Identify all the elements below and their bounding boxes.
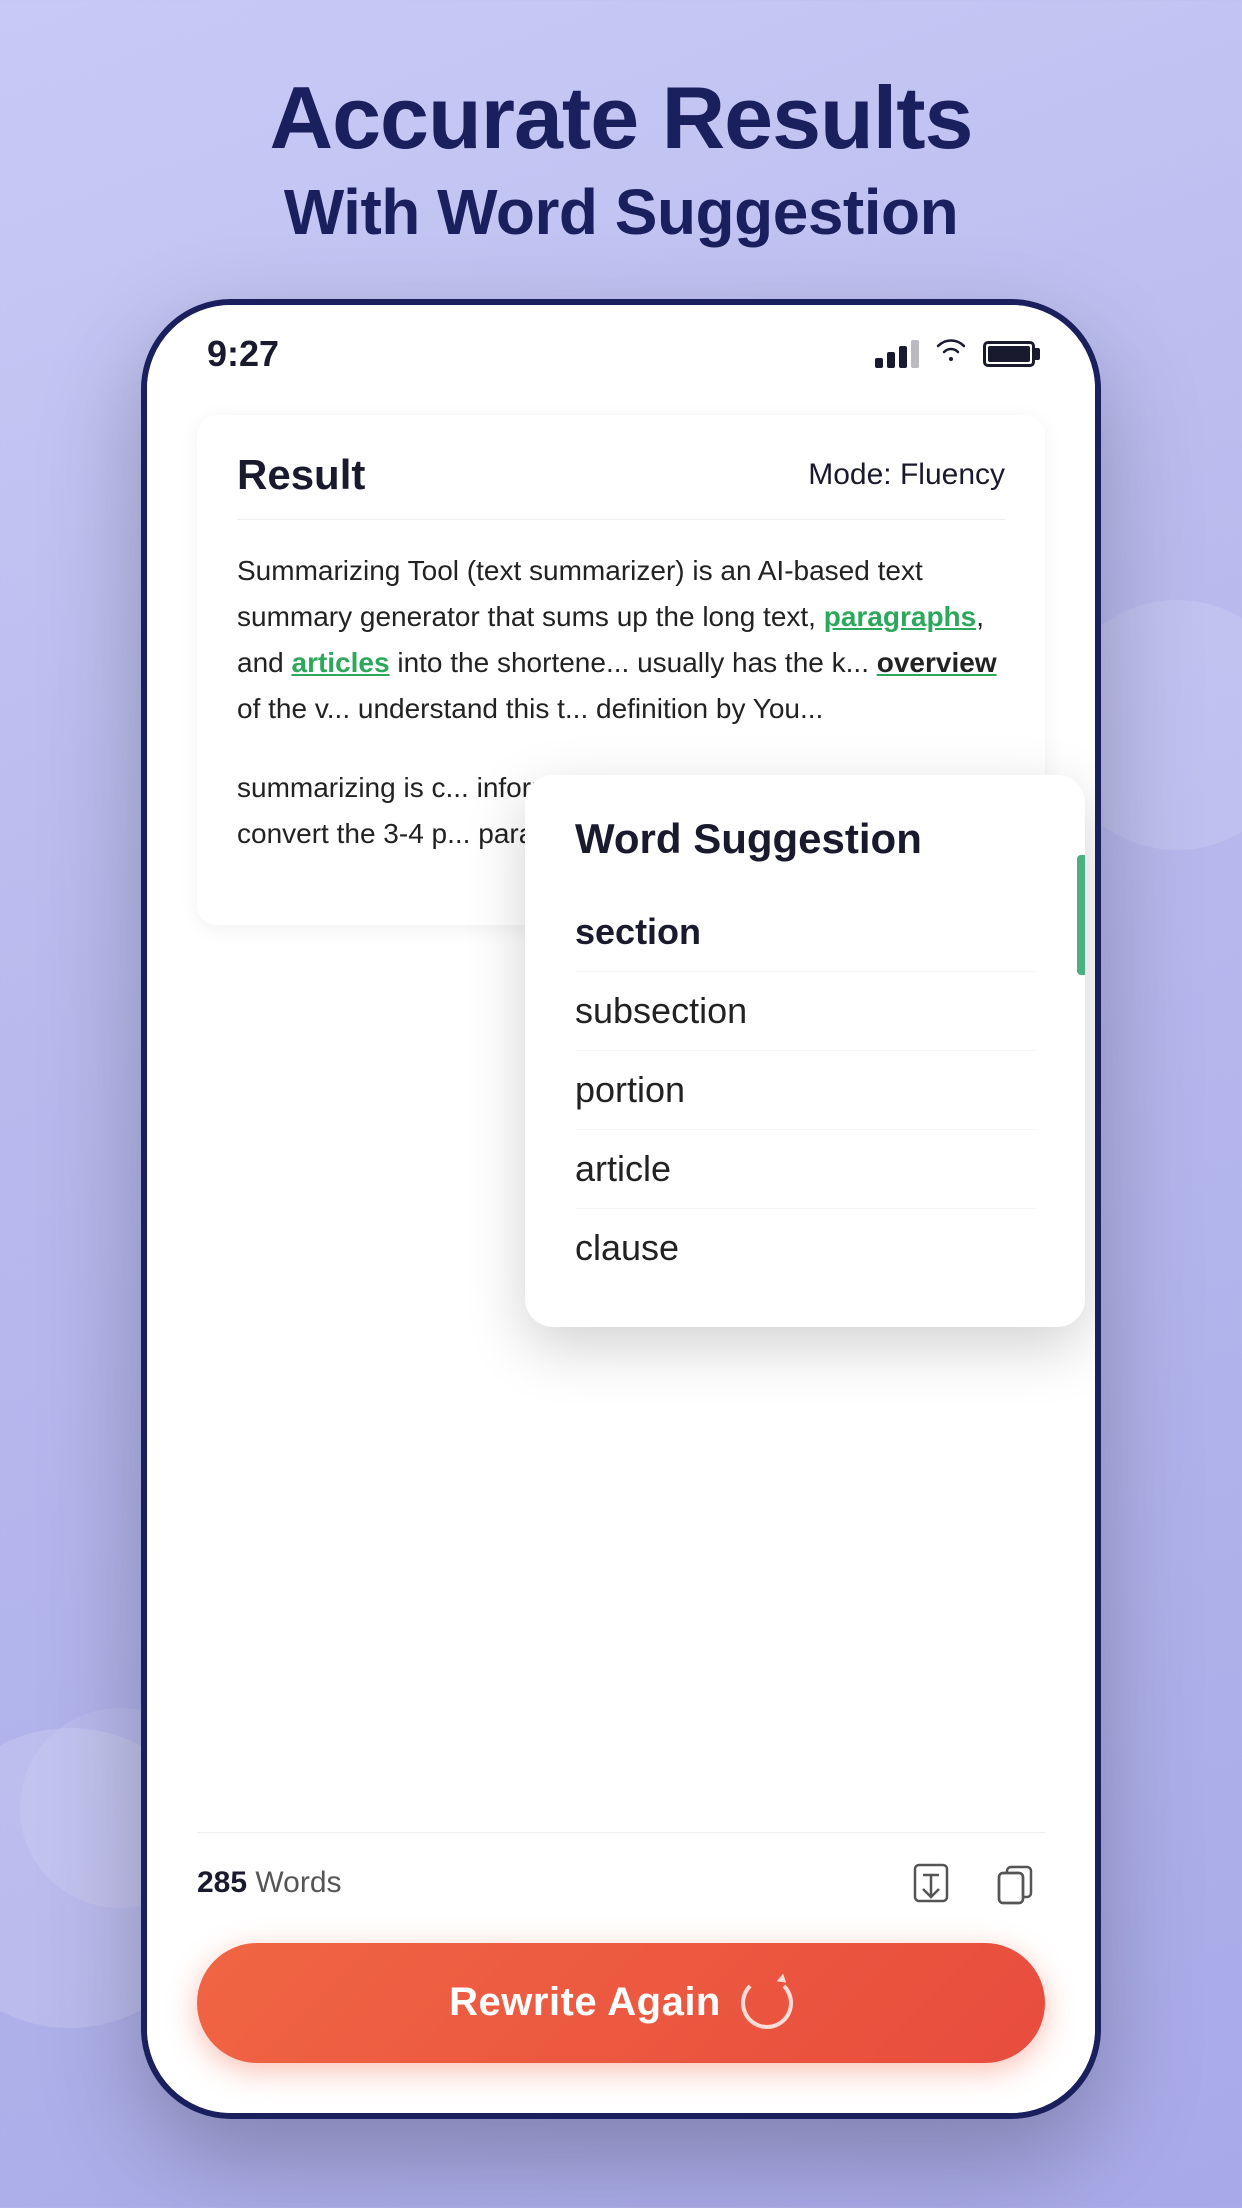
save-icon[interactable]: [901, 1853, 961, 1913]
result-paragraph-1: Summarizing Tool (text summarizer) is an…: [237, 548, 1005, 733]
rewrite-button-text: Rewrite Again: [449, 1980, 721, 2025]
mode-label: Mode: Fluency: [808, 458, 1005, 492]
battery-icon: [983, 341, 1035, 367]
status-icons: [875, 337, 1035, 370]
action-icons: [901, 1853, 1045, 1913]
suggestion-item-section[interactable]: section: [575, 893, 1035, 972]
wifi-icon: [935, 337, 967, 370]
bottom-area: 285 Words: [147, 1802, 1095, 2113]
word-count-bar: 285 Words: [197, 1832, 1045, 1943]
signal-icon: [875, 340, 919, 368]
highlight-paragraphs: paragraphs: [824, 601, 977, 632]
header-area: Accurate Results With Word Suggestion: [0, 0, 1242, 299]
suggestion-item-portion[interactable]: portion: [575, 1051, 1035, 1130]
phone-container: 9:27: [0, 299, 1242, 2119]
word-count-label: Words: [255, 1866, 341, 1899]
result-title: Result: [237, 451, 365, 499]
signal-bar-2: [887, 352, 895, 368]
copy-icon[interactable]: [985, 1853, 1045, 1913]
highlight-articles: articles: [292, 647, 390, 678]
subheadline: With Word Suggestion: [0, 175, 1242, 249]
suggestion-item-subsection[interactable]: subsection: [575, 972, 1035, 1051]
rewrite-icon: [741, 1977, 793, 2029]
suggestion-item-clause[interactable]: clause: [575, 1209, 1035, 1287]
word-count: 285 Words: [197, 1866, 342, 1900]
mode-value: Fluency: [900, 458, 1005, 491]
highlight-overview: overview: [877, 647, 997, 678]
signal-bar-1: [875, 358, 883, 368]
word-count-number: 285: [197, 1866, 247, 1899]
word-suggestion-popup: Word Suggestion section subsection porti…: [525, 775, 1085, 1327]
signal-bar-3: [899, 346, 907, 368]
status-bar: 9:27: [147, 305, 1095, 395]
popup-title: Word Suggestion: [575, 815, 1035, 863]
mode-prefix: Mode:: [808, 458, 891, 491]
signal-bar-4: [911, 340, 919, 368]
phone-mockup: 9:27: [141, 299, 1101, 2119]
headline: Accurate Results: [0, 70, 1242, 167]
result-header: Result Mode: Fluency: [237, 451, 1005, 520]
suggestion-item-article[interactable]: article: [575, 1130, 1035, 1209]
rewrite-again-button[interactable]: Rewrite Again: [197, 1943, 1045, 2063]
battery-fill: [988, 346, 1030, 362]
status-time: 9:27: [207, 333, 279, 375]
scroll-indicator: [1077, 855, 1085, 975]
